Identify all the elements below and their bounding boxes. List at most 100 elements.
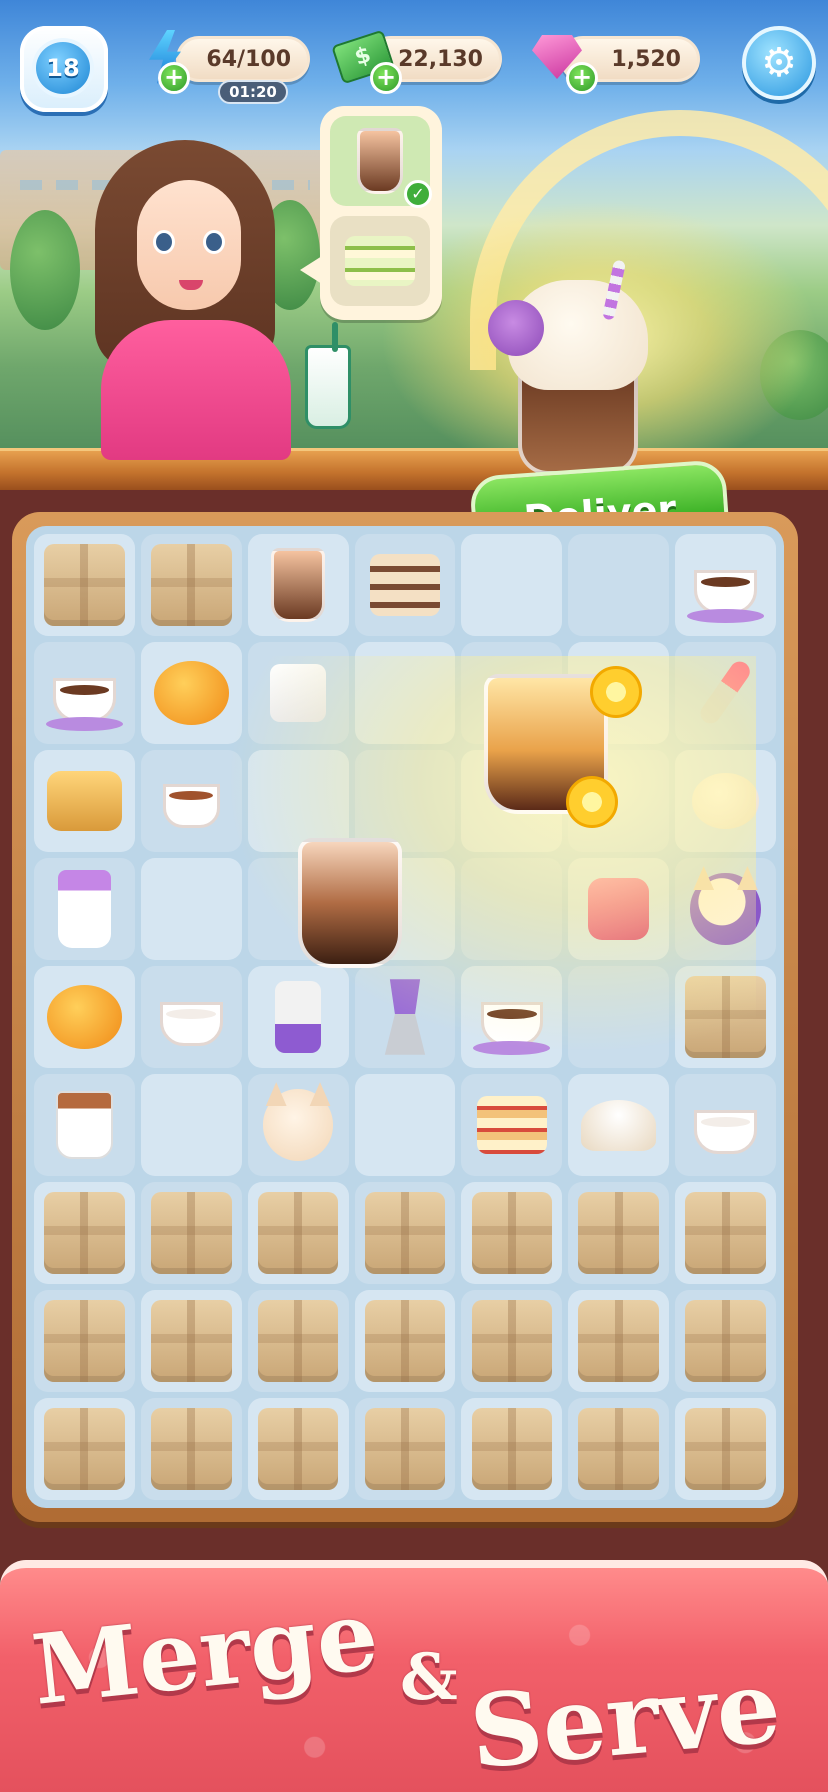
board-cell[interactable] — [34, 1074, 135, 1176]
board-cell[interactable] — [354, 750, 456, 852]
board-cell[interactable] — [461, 534, 563, 636]
slogan-ampersand: & — [400, 1640, 458, 1715]
board-cell[interactable] — [568, 534, 670, 636]
box-icon — [471, 1408, 553, 1490]
board-cell[interactable] — [568, 966, 670, 1068]
order-item-matcha-cake[interactable] — [330, 216, 430, 306]
board-cell[interactable] — [568, 858, 670, 960]
board-cell[interactable] — [568, 1182, 670, 1284]
board-cell[interactable] — [354, 534, 456, 636]
merge-board — [26, 526, 784, 1508]
box-icon — [44, 1300, 125, 1382]
board-cell[interactable] — [461, 966, 563, 1068]
board-cell[interactable] — [140, 1398, 242, 1500]
board-cell[interactable] — [568, 1074, 670, 1176]
dragged-iced-coffee-icon[interactable] — [298, 838, 402, 968]
tea-cup-icon — [473, 1001, 550, 1056]
order-bubble[interactable]: ✓ — [300, 106, 442, 320]
level-number: 18 — [46, 54, 80, 82]
sugar-cube-icon — [269, 664, 327, 722]
iced-tea-icon — [270, 548, 326, 622]
board-cell[interactable] — [34, 1398, 135, 1500]
cash-value: 22,130 — [398, 46, 483, 72]
board-cell[interactable] — [247, 642, 349, 744]
box-icon — [364, 1408, 446, 1490]
paper-cup-icon — [58, 870, 111, 948]
energy-counter[interactable]: 64/100 — [176, 36, 310, 82]
order-item-whipped-mocha[interactable]: ✓ — [330, 116, 432, 208]
board-cell[interactable] — [140, 534, 242, 636]
board-cell[interactable] — [675, 1074, 776, 1176]
board-cell[interactable] — [675, 642, 776, 744]
board-cell[interactable] — [247, 534, 349, 636]
box-icon — [44, 1192, 125, 1274]
cake-slice-icon — [369, 554, 441, 616]
box-icon — [685, 1192, 766, 1274]
board-cell[interactable] — [675, 1182, 776, 1284]
board-cell[interactable] — [34, 750, 135, 852]
board-cell[interactable] — [247, 1182, 349, 1284]
board-cell[interactable] — [34, 966, 135, 1068]
board-cell[interactable] — [354, 1074, 456, 1176]
box-icon — [257, 1300, 339, 1382]
board-cell[interactable] — [34, 858, 135, 960]
board-cell[interactable] — [461, 1182, 563, 1284]
board-cell[interactable] — [675, 966, 776, 1068]
level-star-icon: 18 — [32, 38, 94, 98]
add-gems-button[interactable]: + — [566, 62, 598, 94]
customer-eye — [153, 230, 175, 254]
board-cell[interactable] — [140, 750, 242, 852]
level-badge[interactable]: 18 — [20, 26, 108, 112]
board-cell[interactable] — [247, 1074, 349, 1176]
board-cell[interactable] — [140, 858, 242, 960]
bun-icon — [47, 985, 122, 1049]
board-cell[interactable] — [675, 534, 776, 636]
box-icon — [364, 1300, 446, 1382]
box-icon — [471, 1192, 553, 1274]
board-cell[interactable] — [354, 1398, 456, 1500]
customer-character[interactable] — [95, 140, 295, 460]
board-cell[interactable] — [354, 966, 456, 1068]
board-cell[interactable] — [34, 1290, 135, 1392]
add-energy-button[interactable]: + — [158, 62, 190, 94]
board-cell[interactable] — [568, 1290, 670, 1392]
board-cell[interactable] — [354, 1182, 456, 1284]
add-cash-button[interactable]: + — [370, 62, 402, 94]
board-cell[interactable] — [675, 1290, 776, 1392]
toast-icon — [47, 771, 122, 831]
board-cell[interactable] — [247, 1290, 349, 1392]
box-icon — [150, 1408, 232, 1490]
board-cell[interactable] — [247, 750, 349, 852]
board-cell[interactable] — [140, 1290, 242, 1392]
latte-cup-icon — [46, 677, 123, 732]
board-cell[interactable] — [140, 642, 242, 744]
energy-timer: 01:20 — [218, 80, 288, 104]
board-cell[interactable] — [34, 534, 135, 636]
board-cell[interactable] — [247, 1398, 349, 1500]
board-cell[interactable] — [34, 1182, 135, 1284]
board-cell[interactable] — [247, 966, 349, 1068]
board-cell[interactable] — [140, 1182, 242, 1284]
board-cell[interactable] — [675, 750, 776, 852]
box-icon — [257, 1192, 339, 1274]
board-cell[interactable] — [461, 1290, 563, 1392]
board-cell[interactable] — [354, 1290, 456, 1392]
teabag-cup-icon — [56, 1091, 113, 1159]
board-cell[interactable] — [140, 1074, 242, 1176]
board-cell[interactable] — [461, 1398, 563, 1500]
board-cell[interactable] — [568, 1398, 670, 1500]
kitten-icon — [262, 1089, 334, 1161]
board-cell[interactable] — [34, 642, 135, 744]
gems-value: 1,520 — [611, 46, 681, 72]
board-cell[interactable] — [461, 1074, 563, 1176]
board-cell[interactable] — [140, 966, 242, 1068]
board-cell[interactable] — [354, 642, 456, 744]
box-icon — [685, 976, 766, 1058]
flour-icon — [581, 1099, 657, 1151]
settings-button[interactable]: ⚙ — [742, 26, 816, 100]
board-cell[interactable] — [461, 858, 563, 960]
board-cell[interactable] — [675, 858, 776, 960]
customer-shirt — [101, 320, 291, 460]
top-hud: 18 64/100 + 01:20 22,130 $ + 1,520 + ⚙ — [0, 22, 828, 112]
board-cell[interactable] — [675, 1398, 776, 1500]
